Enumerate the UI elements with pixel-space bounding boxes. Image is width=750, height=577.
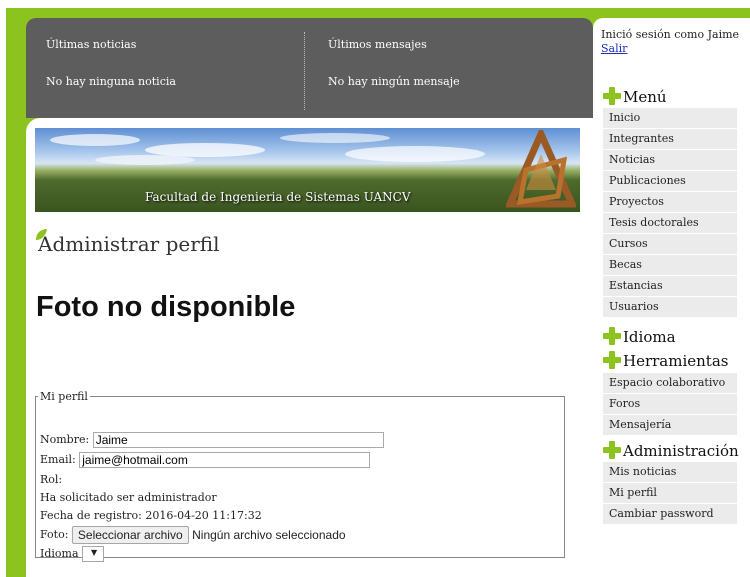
plus-icon	[603, 327, 621, 345]
header-banner: Facultad de Ingenieria de Sistemas UANCV	[35, 128, 580, 212]
name-input[interactable]	[92, 432, 384, 448]
menu-item-mi-perfil[interactable]: Mi perfil	[603, 483, 737, 503]
login-status: Inició sesión como Jaime Salir	[601, 28, 739, 56]
admin-title: Administración	[623, 442, 739, 460]
email-row: Email:	[40, 452, 371, 468]
left-border	[0, 8, 6, 577]
menu-item-mensajeria[interactable]: Mensajería	[603, 415, 737, 435]
photo-placeholder: Foto no disponible	[36, 291, 296, 323]
menu-item-integrantes[interactable]: Integrantes	[603, 129, 737, 149]
sidebar: Inició sesión como Jaime Salir Menú Inic…	[593, 18, 750, 577]
language-section-title: Idioma	[623, 328, 676, 346]
latest-news-column: Últimas noticias No hay ninguna noticia	[46, 38, 176, 88]
page-title: Administrar perfil	[38, 232, 220, 256]
role-label: Rol:	[40, 473, 63, 486]
menu-item-publicaciones[interactable]: Publicaciones	[603, 171, 737, 191]
menu-item-espacio-colaborativo[interactable]: Espacio colaborativo	[603, 373, 737, 393]
admin-request-row: Ha solicitado ser administrador	[40, 491, 217, 504]
menu-item-inicio[interactable]: Inicio	[603, 108, 737, 128]
menu-item-estancias[interactable]: Estancias	[603, 276, 737, 296]
menu-item-usuarios[interactable]: Usuarios	[603, 297, 737, 317]
menu-item-cursos[interactable]: Cursos	[603, 234, 737, 254]
language-label: Idioma	[40, 547, 79, 560]
plus-icon	[603, 87, 621, 105]
plus-icon	[603, 441, 621, 459]
logged-in-text: Inició sesión como Jaime	[601, 28, 740, 41]
news-divider	[304, 32, 305, 110]
faculty-logo	[506, 130, 576, 208]
language-select[interactable]: ▼	[82, 546, 105, 562]
menu-list: Inicio Integrantes Noticias Publicacione…	[603, 108, 737, 318]
menu-item-foros[interactable]: Foros	[603, 394, 737, 414]
tools-list: Espacio colaborativo Foros Mensajería	[603, 373, 737, 436]
menu-title: Menú	[623, 88, 667, 106]
tools-section-header[interactable]: Herramientas	[603, 351, 728, 370]
menu-section-header[interactable]: Menú	[603, 87, 667, 106]
photo-row: Foto: Seleccionar archivo Ningún archivo…	[40, 526, 346, 544]
admin-request-text: Ha solicitado ser administrador	[40, 491, 217, 504]
admin-list: Mis noticias Mi perfil Cambiar password	[603, 462, 737, 525]
tools-title: Herramientas	[623, 352, 729, 370]
admin-section-header[interactable]: Administración	[603, 441, 739, 460]
chevron-down-icon: ▼	[91, 548, 98, 557]
latest-messages-column: Últimos mensajes No hay ningún mensaje	[328, 38, 460, 88]
plus-icon	[603, 351, 621, 369]
menu-item-noticias[interactable]: Noticias	[603, 150, 737, 170]
menu-item-cambiar-password[interactable]: Cambiar password	[603, 504, 737, 524]
top-border	[0, 0, 750, 8]
role-row: Rol:	[40, 473, 62, 486]
profile-fieldset: Mi perfil Nombre: Email: Rol: Ha solicit…	[35, 390, 565, 562]
logout-link[interactable]: Salir	[601, 42, 627, 55]
menu-item-proyectos[interactable]: Proyectos	[603, 192, 737, 212]
main-content: Facultad de Ingenieria de Sistemas UANCV…	[26, 118, 593, 577]
menu-item-tesis[interactable]: Tesis doctorales	[603, 213, 737, 233]
language-row: Idioma ▼	[40, 546, 105, 562]
latest-messages-empty: No hay ningún mensaje	[328, 75, 460, 88]
language-section-header[interactable]: Idioma	[603, 327, 676, 346]
profile-legend: Mi perfil	[40, 390, 88, 403]
registration-label: Fecha de registro:	[40, 509, 142, 522]
banner-title: Facultad de Ingenieria de Sistemas UANCV	[145, 190, 411, 204]
email-input[interactable]	[79, 452, 371, 468]
name-label: Nombre:	[40, 433, 90, 446]
latest-messages-title: Últimos mensajes	[328, 38, 427, 51]
registration-row: Fecha de registro: 2016-04-20 11:17:32	[40, 509, 262, 522]
clouds-graphic	[50, 133, 485, 165]
select-file-button[interactable]: Seleccionar archivo	[71, 526, 189, 544]
no-file-text: Ningún archivo seleccionado	[192, 528, 346, 542]
news-bar: Últimas noticias No hay ninguna noticia …	[26, 18, 593, 118]
email-label: Email:	[40, 453, 76, 466]
photo-label: Foto:	[40, 528, 69, 541]
latest-news-empty: No hay ninguna noticia	[46, 75, 176, 88]
registration-value: 2016-04-20 11:17:32	[145, 509, 262, 522]
name-row: Nombre:	[40, 432, 384, 448]
latest-news-title: Últimas noticias	[46, 38, 137, 51]
menu-item-becas[interactable]: Becas	[603, 255, 737, 275]
menu-item-mis-noticias[interactable]: Mis noticias	[603, 462, 737, 482]
